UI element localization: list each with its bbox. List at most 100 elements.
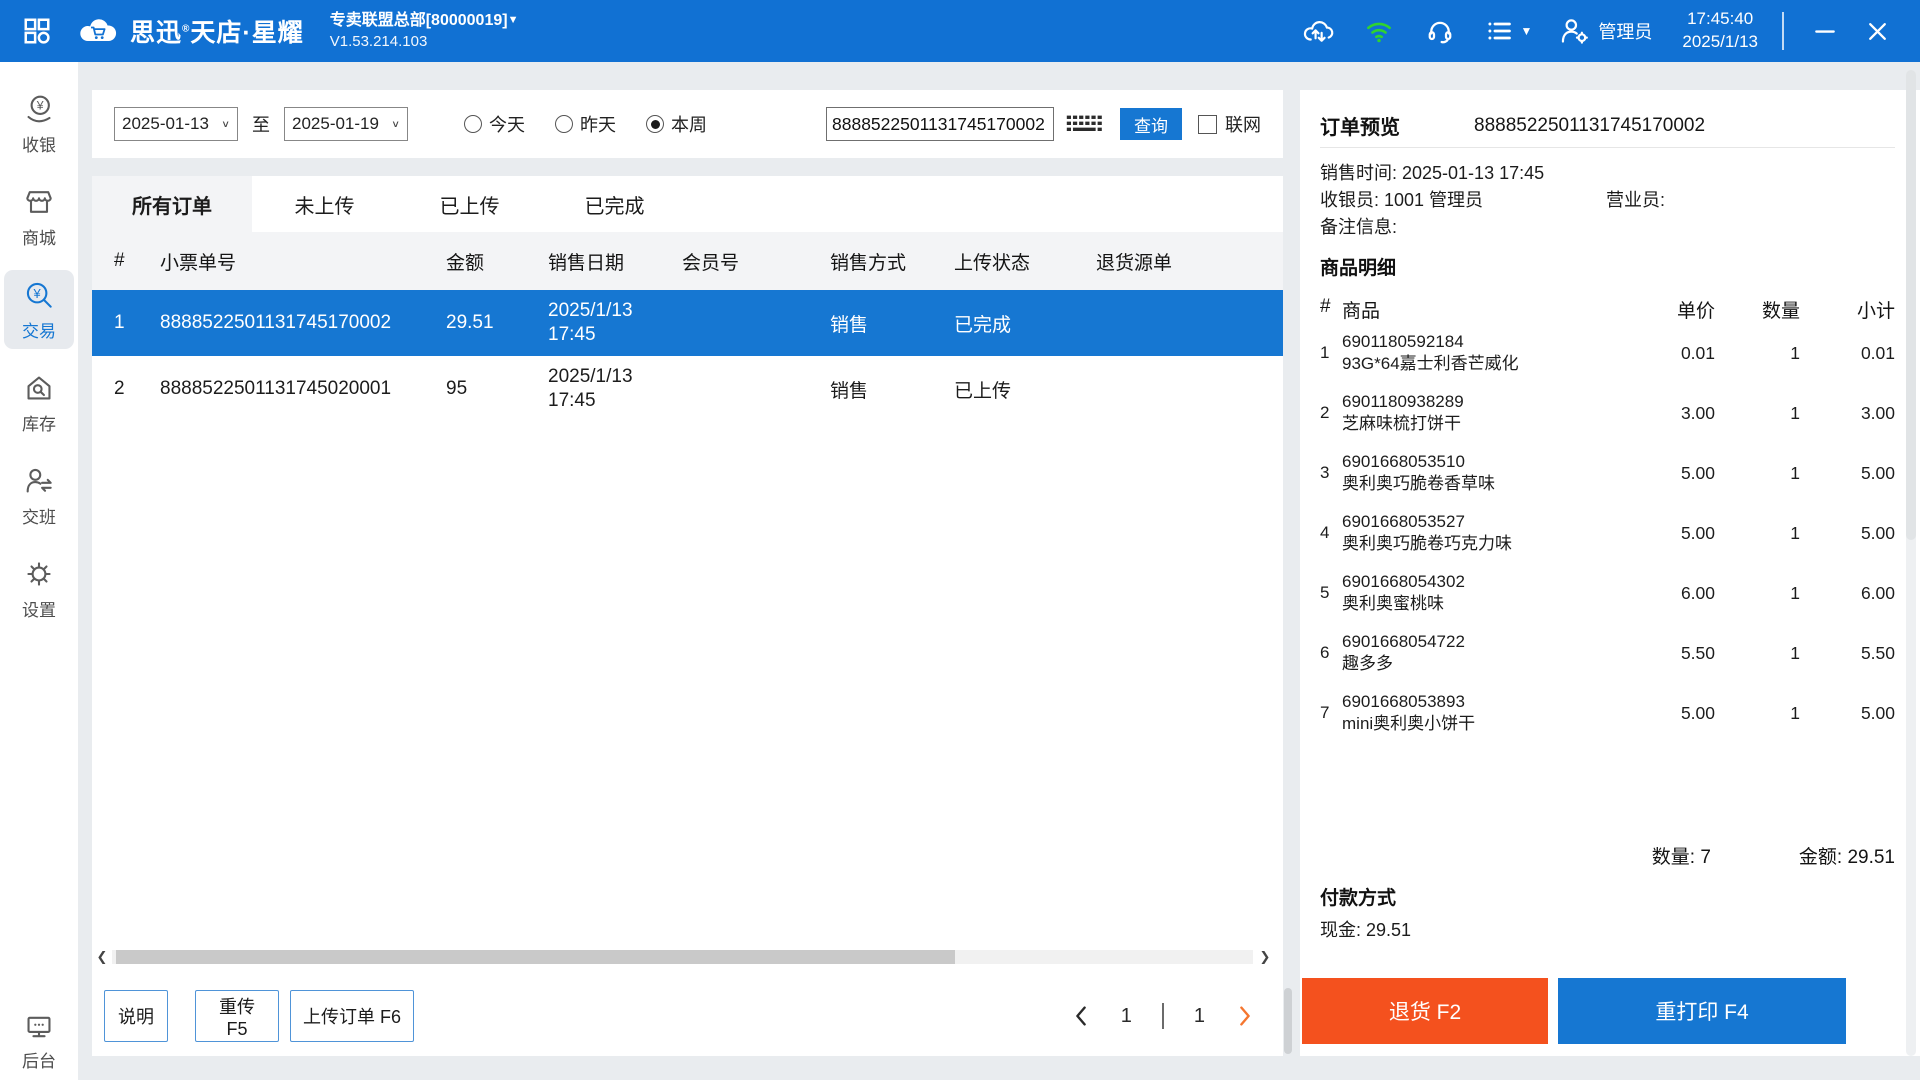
col-header: 上传状态: [954, 252, 1031, 274]
order-preview-panel: 订单预览 8888522501131745170002 销售时间: 2025-0…: [1300, 90, 1920, 1056]
refund-button[interactable]: 退货 F2: [1302, 978, 1548, 1044]
cell-index: 2: [114, 378, 125, 399]
date-to-value: 2025-01-19: [292, 114, 379, 133]
date-to-select[interactable]: 2025-01-19 ∨: [284, 107, 408, 141]
online-checkbox-group[interactable]: 联网: [1198, 111, 1261, 137]
sale-time-line: 销售时间: 2025-01-13 17:45: [1320, 163, 1545, 183]
col-header: 小票单号: [160, 252, 237, 274]
current-page: 1: [1120, 1004, 1132, 1027]
tab-all-orders[interactable]: 所有订单: [92, 176, 252, 232]
next-page-icon[interactable]: [1235, 1004, 1255, 1028]
chevron-down-icon: ▼: [1520, 24, 1533, 38]
table-vertical-scrollbar-thumb[interactable]: [1284, 988, 1292, 1054]
col-header: 退货源单: [1096, 252, 1173, 274]
sidebar-label: 设置: [22, 601, 56, 620]
col-header: #: [114, 250, 125, 271]
list-item: 7 6901668053893 mini奥利奥小饼干 5.00 1 5.00: [1320, 683, 1895, 743]
item-qty: 1: [1790, 462, 1800, 483]
total-pages: 1: [1193, 1004, 1205, 1027]
radio-today[interactable]: 今天: [464, 111, 525, 137]
scroll-left-icon[interactable]: ❮: [92, 948, 112, 966]
sidebar-label: 交班: [22, 508, 56, 527]
orders-table-header: # 小票单号 金额 销售日期 会员号 销售方式 上传状态 退货源单: [92, 232, 1283, 290]
radio-this-week[interactable]: 本周: [646, 111, 707, 137]
col-header: 单价: [1676, 301, 1715, 322]
help-button[interactable]: 说明: [104, 990, 168, 1042]
list-item: 2 6901180938289 芝麻味梳打饼干 3.00 1 3.00: [1320, 383, 1895, 443]
svg-text:¥: ¥: [36, 99, 44, 113]
cell-amount: 29.51: [446, 312, 494, 333]
sidebar-item-stock[interactable]: 库存: [4, 363, 74, 442]
scrollbar-thumb[interactable]: [116, 950, 955, 964]
sidebar-item-backend[interactable]: 后台: [0, 1012, 78, 1072]
tab-not-uploaded[interactable]: 未上传: [252, 176, 397, 232]
date-range-to-label: 至: [252, 115, 270, 135]
cloud-sync-icon[interactable]: [1301, 14, 1335, 48]
tab-completed[interactable]: 已完成: [542, 176, 687, 232]
list-item: 6 6901668054722 趣多多 5.50 1 5.50: [1320, 623, 1895, 683]
item-name: 6901180592184 93G*64嘉士利香芒威化: [1342, 332, 1519, 373]
scroll-right-icon[interactable]: ❯: [1255, 948, 1275, 966]
sidebar-item-cashier[interactable]: ¥ 收银: [4, 84, 74, 163]
col-header: 小计: [1856, 301, 1895, 322]
close-button[interactable]: [1860, 14, 1894, 48]
cell-method: 销售: [830, 380, 869, 402]
horizontal-scrollbar[interactable]: ❮ ❯: [92, 948, 1283, 966]
sidebar-label: 商城: [22, 229, 56, 248]
item-qty: 1: [1790, 642, 1800, 663]
list-item: 4 6901668053527 奥利奥巧脆卷巧克力味 5.00 1 5.00: [1320, 503, 1895, 563]
item-qty: 1: [1790, 342, 1800, 363]
cell-amount: 95: [446, 378, 468, 399]
total-qty: 数量: 7: [1651, 847, 1711, 868]
col-header: 商品: [1342, 301, 1381, 322]
col-header: 金额: [446, 252, 485, 274]
date-from-select[interactable]: 2025-01-13 ∨: [114, 107, 238, 141]
reprint-button[interactable]: 重打印 F4: [1558, 978, 1846, 1044]
items-header: # 商品 单价 数量 小计: [1320, 296, 1895, 323]
shift-change-icon: [23, 465, 55, 497]
query-button[interactable]: 查询: [1120, 108, 1182, 140]
trade-search-icon: ¥: [23, 279, 55, 311]
cell-order-no: 8888522501131745020001: [160, 378, 392, 399]
store-selector[interactable]: 专卖联盟总部[80000019]▼: [330, 10, 519, 32]
clock-time: 17:45:40: [1687, 9, 1754, 29]
checkbox-icon[interactable]: [1198, 114, 1217, 134]
retry-upload-button[interactable]: 重传 F5: [195, 990, 279, 1042]
app-logo: 思迅®天店·星耀: [78, 13, 304, 49]
current-user[interactable]: 管理员: [1559, 16, 1652, 46]
prev-page-icon[interactable]: [1071, 1004, 1091, 1028]
scrollbar-track[interactable]: [112, 950, 1253, 964]
item-qty: 1: [1790, 702, 1800, 723]
sidebar-item-trade[interactable]: ¥ 交易: [4, 270, 74, 349]
preview-scrollbar-thumb[interactable]: [1906, 70, 1916, 540]
tab-uploaded[interactable]: 已上传: [397, 176, 542, 232]
sidebar-item-mall[interactable]: 商城: [4, 177, 74, 256]
apps-grid-icon[interactable]: [20, 14, 54, 48]
item-name: 6901668053527 奥利奥巧脆卷巧克力味: [1342, 512, 1512, 553]
cell-order-no: 8888522501131745170002: [160, 312, 392, 333]
upload-orders-button[interactable]: 上传订单 F6: [290, 990, 414, 1042]
headset-icon[interactable]: [1423, 14, 1457, 48]
order-search-input[interactable]: [826, 107, 1054, 141]
minimize-button[interactable]: [1808, 14, 1842, 48]
store-block: 专卖联盟总部[80000019]▼ V1.53.214.103: [330, 10, 519, 52]
list-item: 5 6901668054302 奥利奥蜜桃味 6.00 1 6.00: [1320, 563, 1895, 623]
table-row[interactable]: 1 8888522501131745170002 29.51 2025/1/13…: [92, 290, 1283, 356]
wifi-icon[interactable]: [1362, 14, 1396, 48]
col-header: #: [1320, 296, 1331, 317]
task-list-menu[interactable]: ▼: [1484, 17, 1532, 45]
radio-yesterday[interactable]: 昨天: [555, 111, 616, 137]
keyboard-icon[interactable]: [1064, 110, 1106, 138]
clock-date: 2025/1/13: [1682, 32, 1758, 51]
sidebar-label: 库存: [22, 415, 56, 434]
clock: 17:45:40 2025/1/13: [1682, 8, 1758, 54]
item-subtotal: 6.00: [1860, 582, 1895, 603]
item-price: 0.01: [1680, 342, 1715, 363]
quick-range-radios: 今天 昨天 本周: [464, 111, 707, 137]
payment-title: 付款方式: [1320, 888, 1397, 909]
col-header: 销售日期: [548, 252, 625, 274]
radio-icon: [464, 115, 482, 133]
sidebar-item-settings[interactable]: 设置: [4, 549, 74, 628]
sidebar-item-shift[interactable]: 交班: [4, 456, 74, 535]
table-row[interactable]: 2 8888522501131745020001 95 2025/1/13 17:…: [92, 356, 1283, 422]
